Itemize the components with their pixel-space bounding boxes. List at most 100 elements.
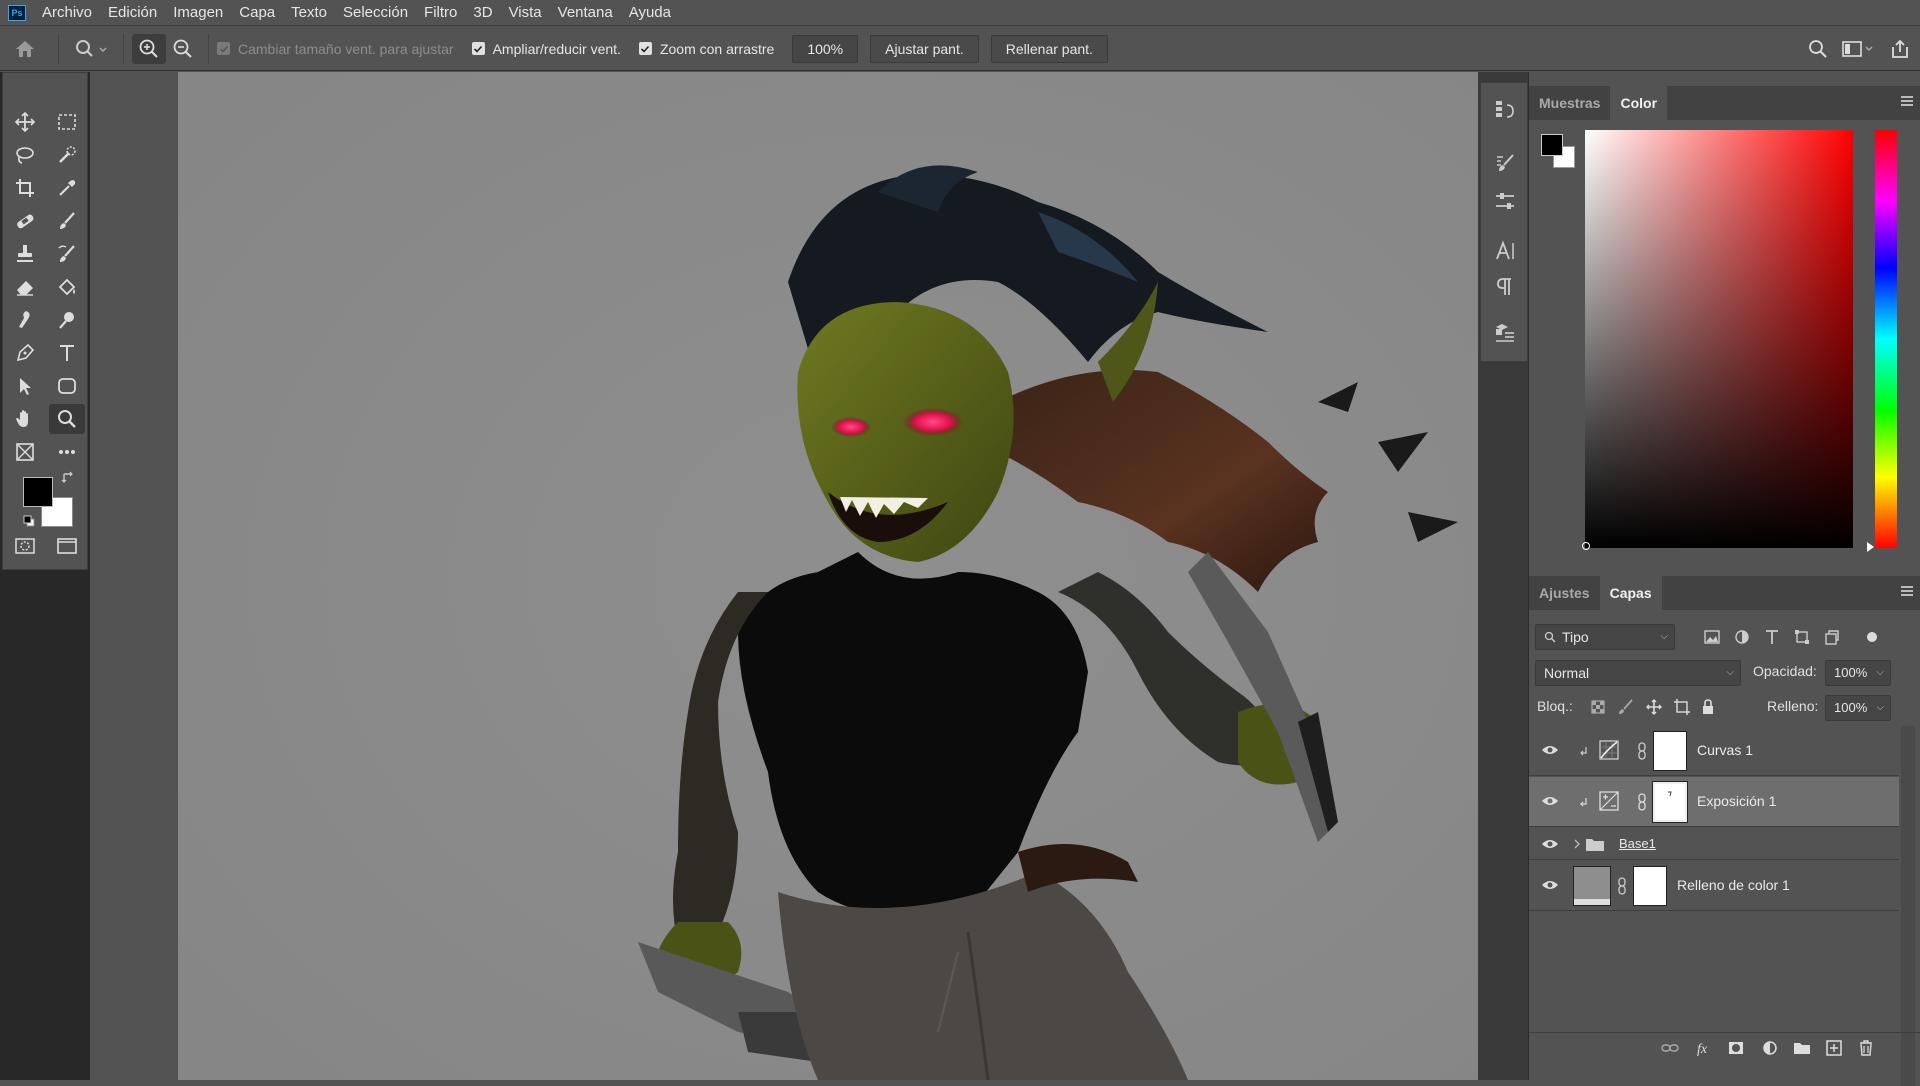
screen-mode-icon[interactable] <box>49 531 85 561</box>
crop-icon[interactable] <box>7 173 43 203</box>
layer-mask-thumbnail[interactable] <box>1653 731 1687 771</box>
path-select-icon[interactable] <box>7 371 43 401</box>
eye-icon[interactable] <box>1541 878 1559 892</box>
smudge-icon[interactable] <box>7 305 43 335</box>
menu-archivo[interactable]: Archivo <box>34 0 100 26</box>
healing-icon[interactable] <box>7 206 43 236</box>
eraser-icon[interactable] <box>7 272 43 302</box>
lock-transparent-icon[interactable] <box>1587 696 1609 718</box>
search-icon[interactable] <box>1800 34 1836 64</box>
resize-windows-checkbox[interactable]: Cambiar tamaño vent. para ajustar <box>217 41 454 57</box>
menu-vista[interactable]: Vista <box>501 0 550 26</box>
history-panel-icon[interactable] <box>1491 95 1519 123</box>
panel-menu-icon[interactable] <box>1901 96 1913 108</box>
menu-ventana[interactable]: Ventana <box>550 0 621 26</box>
panel-menu-icon[interactable] <box>1901 586 1913 598</box>
menu-ayuda[interactable]: Ayuda <box>621 0 679 26</box>
fill-screen-button[interactable]: Rellenar pant. <box>990 34 1108 63</box>
layer-filter-dropdown[interactable]: Tipo ⌵ <box>1535 624 1675 650</box>
workspace-icon[interactable] <box>1836 34 1880 64</box>
layer-curvas-1[interactable]: Curvas 1 <box>1529 726 1899 776</box>
layer-group-base1[interactable]: Base1 <box>1529 828 1899 860</box>
hue-slider-handle[interactable] <box>1867 542 1874 552</box>
layer-mask-thumbnail[interactable] <box>1633 866 1667 906</box>
opacity-field[interactable]: 100% ⌵ <box>1825 660 1891 686</box>
type-filter-icon[interactable] <box>1761 626 1783 648</box>
link-icon[interactable] <box>1637 742 1647 760</box>
menu-capa[interactable]: Capa <box>231 0 283 26</box>
frame-icon[interactable] <box>7 437 43 467</box>
smart-object-filter-icon[interactable] <box>1821 626 1843 648</box>
brushes-panel-icon[interactable] <box>1491 149 1519 177</box>
menu-texto[interactable]: Texto <box>283 0 335 26</box>
zoom-tool-preset-icon[interactable] <box>67 34 115 64</box>
pen-icon[interactable] <box>7 338 43 368</box>
link-icon[interactable] <box>1617 877 1627 895</box>
eye-icon[interactable] <box>1541 794 1559 808</box>
share-icon[interactable] <box>1880 34 1920 64</box>
hue-slider[interactable] <box>1875 130 1897 548</box>
eye-icon[interactable] <box>1541 743 1559 757</box>
new-layer-icon[interactable] <box>1823 1037 1845 1059</box>
document-canvas[interactable] <box>178 72 1478 1080</box>
swap-colors-icon[interactable] <box>61 471 75 485</box>
layer-relleno-de-color-1[interactable]: Relleno de color 1 <box>1529 861 1899 911</box>
menu-seleccion[interactable]: Selección <box>335 0 416 26</box>
menu-3d[interactable]: 3D <box>465 0 500 26</box>
dodge-icon[interactable] <box>49 305 85 335</box>
menu-imagen[interactable]: Imagen <box>165 0 231 26</box>
zoom-value-field[interactable]: 100% <box>792 34 859 63</box>
zoom-in-icon[interactable] <box>132 33 166 64</box>
hand-icon[interactable] <box>7 404 43 434</box>
tab-muestras[interactable]: Muestras <box>1529 86 1610 120</box>
checkbox-box[interactable] <box>217 42 230 55</box>
quick-mask-icon[interactable] <box>7 531 43 561</box>
fit-screen-button[interactable]: Ajustar pant. <box>870 34 979 63</box>
tab-color[interactable]: Color <box>1610 86 1668 120</box>
stamp-icon[interactable] <box>7 239 43 269</box>
shape-filter-icon[interactable] <box>1791 626 1813 648</box>
menu-edicion[interactable]: Edición <box>100 0 165 26</box>
character-panel-icon[interactable] <box>1491 237 1519 265</box>
link-icon[interactable] <box>1637 793 1647 811</box>
eyedropper-icon[interactable] <box>49 173 85 203</box>
foreground-color-swatch[interactable] <box>23 477 53 507</box>
new-group-icon[interactable] <box>1791 1037 1813 1059</box>
fill-field[interactable]: 100% ⌵ <box>1825 695 1891 721</box>
delete-layer-icon[interactable] <box>1855 1037 1877 1059</box>
layer-mask-thumbnail[interactable] <box>1652 781 1688 823</box>
filter-toggle-icon[interactable] <box>1861 626 1883 648</box>
checkbox-box[interactable] <box>638 42 652 55</box>
quick-select-icon[interactable] <box>49 140 85 170</box>
menu-filtro[interactable]: Filtro <box>416 0 465 26</box>
adjustment-filter-icon[interactable] <box>1731 626 1753 648</box>
fx-icon[interactable]: fx <box>1693 1037 1715 1059</box>
color-fill-thumbnail[interactable] <box>1573 866 1611 906</box>
eye-icon[interactable] <box>1541 837 1559 851</box>
photoshop-logo[interactable]: Ps <box>8 4 26 21</box>
type-icon[interactable] <box>49 338 85 368</box>
lock-all-icon[interactable] <box>1697 696 1719 718</box>
tab-capas[interactable]: Capas <box>1599 576 1662 610</box>
pixel-filter-icon[interactable] <box>1701 626 1723 648</box>
scrubby-zoom-checkbox[interactable]: Zoom con arrastre <box>638 41 774 57</box>
new-adjustment-icon[interactable] <box>1759 1037 1781 1059</box>
zoom-all-windows-checkbox[interactable]: Ampliar/reducir vent. <box>471 41 621 57</box>
more-icon[interactable] <box>49 437 85 467</box>
brush-icon[interactable] <box>49 206 85 236</box>
layer-exposicion-1[interactable]: Exposición 1 <box>1529 777 1899 827</box>
history-brush-icon[interactable] <box>49 239 85 269</box>
lasso-icon[interactable] <box>7 140 43 170</box>
tab-ajustes[interactable]: Ajustes <box>1529 576 1600 610</box>
lock-pixels-icon[interactable] <box>1615 696 1637 718</box>
paint-bucket-icon[interactable] <box>49 272 85 302</box>
paragraph-panel-icon[interactable] <box>1491 273 1519 301</box>
default-colors-icon[interactable] <box>23 515 35 527</box>
shape-icon[interactable] <box>49 371 85 401</box>
lock-position-icon[interactable] <box>1643 696 1665 718</box>
link-layers-icon[interactable] <box>1659 1037 1681 1059</box>
zoom-icon[interactable] <box>49 404 85 434</box>
add-mask-icon[interactable] <box>1725 1037 1747 1059</box>
lock-artboard-icon[interactable] <box>1671 696 1693 718</box>
zoom-out-icon[interactable] <box>166 34 200 64</box>
